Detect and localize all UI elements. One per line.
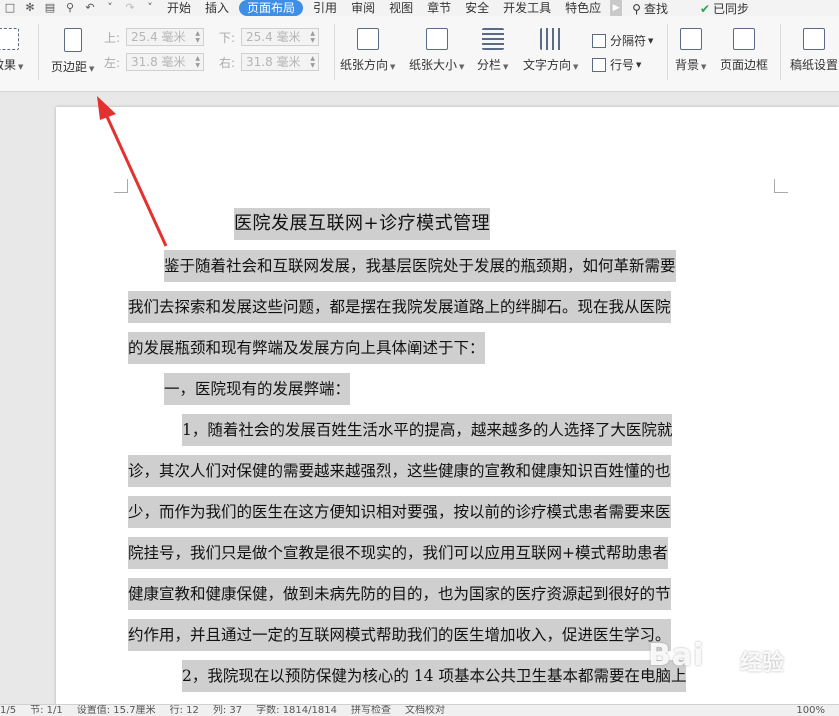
tab-features[interactable]: 特色应 (558, 0, 608, 16)
tab-references[interactable]: 引用 (306, 0, 344, 16)
chevron-down-icon: ▼ (701, 63, 707, 71)
status-word-count[interactable]: 字数: 1814/1814 (256, 705, 337, 716)
tab-view[interactable]: 视图 (382, 0, 420, 16)
paragraph-line[interactable]: 少，而作为我们的医生在这方便知识相对要强，按以前的诊疗模式患者需要来医 (128, 496, 671, 528)
undo-icon[interactable]: ↶ (80, 1, 100, 15)
manuscript-grid-icon (803, 28, 825, 50)
chevron-down-icon: ▼ (636, 60, 642, 69)
paragraph-line[interactable]: 我们去探索和发展这些问题，都是摆在我院发展道路上的绊脚石。现在我从医院 (128, 291, 671, 323)
tab-home[interactable]: 开始 (160, 0, 198, 16)
zoom-level[interactable]: 100% (796, 705, 825, 716)
tab-chapter[interactable]: 章节 (420, 0, 458, 16)
paragraph-line[interactable]: 院挂号，我们只是做个宣教是很不现实的，我们可以应用互联网+模式帮助患者 (128, 537, 668, 569)
section-heading[interactable]: 一，医院现有的发展弊端： (164, 373, 351, 405)
margin-corner-mark (114, 179, 128, 193)
background-button[interactable]: 背景 ▼ (675, 28, 706, 73)
spin-arrows-icon[interactable]: ▲ ▼ (310, 55, 315, 69)
document-title[interactable]: 医院发展互联网+诊疗模式管理 (234, 208, 491, 240)
margin-top-input[interactable]: 25.4 毫米 ▲ ▼ (126, 28, 204, 46)
quick-access-toolbar: □ ✻ ▤ ⚲ ↶ ˅ ↷ ˅ (0, 0, 160, 16)
breaks-button[interactable]: 分隔符 ▼ (592, 32, 653, 49)
tab-security[interactable]: 安全 (458, 0, 496, 16)
document-page[interactable]: 医院发展互联网+诊疗模式管理 鉴于随着社会和互联网发展，我基层医院处于发展的瓶颈… (56, 107, 839, 704)
paragraph-line[interactable]: 2，我院现在以预防保健为核心的 14 项基本公共卫生基本都需要在电脑上 (182, 660, 687, 692)
redo-icon[interactable]: ↷ (120, 1, 140, 15)
chevron-down-icon: ▼ (503, 63, 509, 71)
columns-button[interactable]: 分栏 ▼ (477, 28, 508, 73)
spin-arrows-icon[interactable]: ▲ ▼ (310, 30, 315, 44)
paragraph-line[interactable]: 的发展瓶颈和现有弊端及发展方向上具体阐述于下： (128, 332, 485, 364)
print-icon[interactable]: ▤ (40, 1, 60, 15)
page-orientation-icon (356, 28, 379, 50)
line-numbers-button[interactable]: 行号 ▼ (592, 56, 641, 73)
save-icon[interactable]: □ (0, 1, 20, 15)
margin-right-input[interactable]: 31.8 毫米 ▲ ▼ (241, 53, 319, 71)
spell-check-button[interactable]: 拼写检查 (351, 705, 391, 716)
sync-icon: ✔ (699, 1, 711, 16)
document-canvas[interactable]: 医院发展互联网+诊疗模式管理 鉴于随着社会和互联网发展，我基层医院处于发展的瓶颈… (0, 93, 839, 704)
paper-size-icon (425, 28, 448, 50)
status-setting: 设置值: 15.7厘米 (76, 704, 156, 716)
spin-arrows-icon[interactable]: ▲ ▼ (195, 30, 200, 44)
margin-left-input[interactable]: 31.8 毫米 ▲ ▼ (126, 53, 204, 71)
menu-bar: □ ✻ ▤ ⚲ ↶ ˅ ↷ ˅ 开始 插入 页面布局 引用 审阅 视图 章节 安… (0, 0, 839, 16)
page-break-icon (592, 33, 606, 48)
customize-icon[interactable]: ˅ (140, 1, 160, 15)
text-direction-button[interactable]: 文字方向 ▼ (523, 28, 578, 73)
proofread-button[interactable]: 文档校对 (405, 705, 445, 716)
chevron-down-icon: ▼ (18, 63, 24, 71)
paragraph-line[interactable]: 1，随着社会的发展百姓生活水平的提高，越来越多的人选择了大医院就 (182, 414, 673, 446)
format-painter-icon[interactable]: ✻ (20, 1, 40, 15)
page-background-icon (679, 28, 702, 50)
spin-arrows-icon[interactable]: ▲ ▼ (195, 55, 200, 69)
margin-bottom-field[interactable]: 下: 25.4 毫米 ▲ ▼ (219, 28, 319, 46)
columns-icon (481, 28, 504, 50)
text-direction-icon (539, 28, 562, 50)
chevron-down-icon: ▼ (648, 36, 654, 45)
status-line: 行: 12 (169, 704, 199, 716)
sync-status[interactable]: ✔ 已同步 (700, 0, 765, 16)
status-section: 节: 1/1 (30, 704, 63, 716)
paper-size-button[interactable]: 纸张大小 ▼ (409, 28, 464, 73)
margin-top-field[interactable]: 上: 25.4 毫米 ▲ ▼ (104, 28, 204, 46)
margin-bottom-input[interactable]: 25.4 毫米 ▲ ▼ (241, 28, 319, 46)
page-border-icon (733, 28, 755, 50)
baidu-watermark-suffix: 经验 (740, 651, 785, 676)
dropdown-icon[interactable]: ˅ (100, 1, 120, 15)
margins-icon (63, 28, 82, 52)
line-numbers-icon (592, 57, 606, 72)
manuscript-settings-button[interactable]: 稿纸设置 (790, 28, 838, 73)
paragraph-line[interactable]: 健康宣教和健康保健，做到未病先防的目的，也为国家的医疗资源起到很好的节 (128, 578, 671, 610)
chevron-down-icon: ▼ (390, 63, 396, 71)
chevron-down-icon: ▼ (459, 63, 465, 71)
tab-developer[interactable]: 开发工具 (496, 0, 558, 16)
print-preview-icon[interactable]: ⚲ (60, 1, 80, 15)
tab-review[interactable]: 审阅 (344, 0, 382, 16)
margin-left-field[interactable]: 左: 31.8 毫米 ▲ ▼ (104, 53, 204, 71)
chevron-down-icon: ▼ (573, 63, 579, 71)
status-bar: 1/5 节: 1/1 设置值: 15.7厘米 行: 12 列: 37 字数: 1… (0, 704, 839, 716)
paragraph-line[interactable]: 约作用，并且通过一定的互联网模式帮助我们的医生增加收入，促进医生学习。 (128, 619, 671, 651)
chevron-down-icon: ▼ (89, 65, 95, 73)
tab-page-layout[interactable]: 页面布局 (239, 0, 304, 16)
more-tabs-chevron-icon[interactable]: ▶ (610, 0, 623, 16)
margin-corner-mark (774, 179, 788, 193)
page-border-button[interactable]: 页面边框 (720, 28, 768, 73)
search-button[interactable]: ⚲ 查找 (632, 0, 684, 16)
status-page[interactable]: 1/5 (0, 705, 16, 716)
search-icon: ⚲ (632, 1, 641, 16)
status-column: 列: 37 (212, 704, 243, 716)
paragraph-line[interactable]: 诊，其次人们对保健的需要越来越强烈，这些健康的宣教和健康知识百姓懂的也 (128, 455, 671, 487)
paragraph-line[interactable]: 鉴于随着社会和互联网发展，我基层医院处于发展的瓶颈期，如何革新需要 (164, 250, 676, 282)
orientation-button[interactable]: 纸张方向 ▼ (340, 28, 395, 73)
tab-insert[interactable]: 插入 (198, 0, 236, 16)
margins-button[interactable]: 页边距 ▼ (51, 28, 94, 75)
ribbon-page-layout: 效果▼ 页边距▼ 上: 25.4 毫米▲▼ 下: 25.4 毫米▲▼ 左: 31… (0, 16, 839, 92)
baidu-watermark: Bai (648, 638, 705, 673)
effects-button[interactable]: 效果▼ (0, 28, 23, 73)
effects-icon (0, 28, 19, 50)
margin-right-field[interactable]: 右: 31.8 毫米 ▲ ▼ (219, 53, 319, 71)
